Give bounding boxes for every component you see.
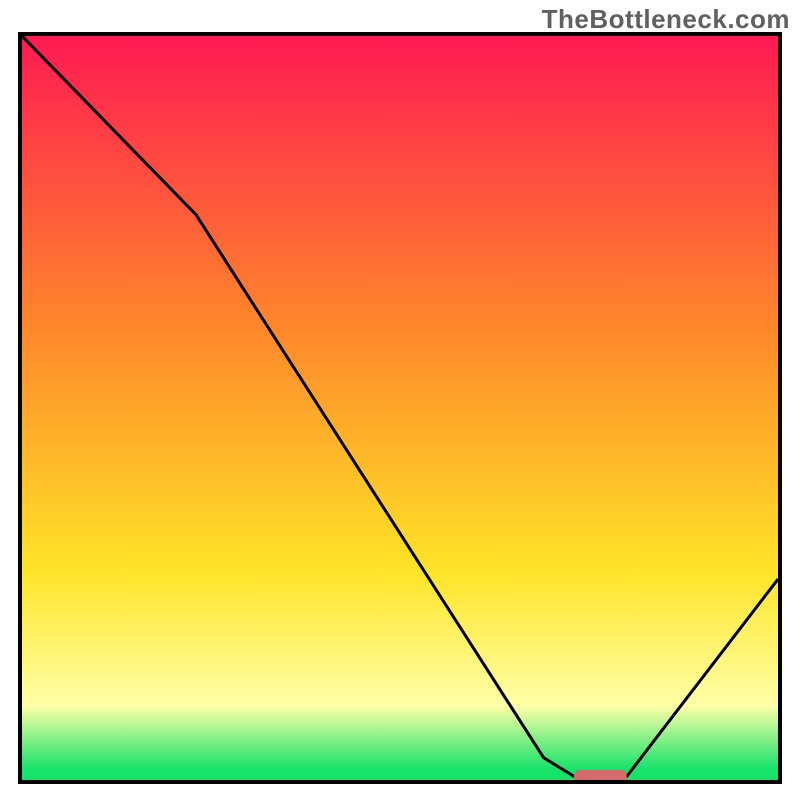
gradient-background bbox=[22, 36, 778, 780]
watermark-text: TheBottleneck.com bbox=[542, 4, 790, 35]
chart-svg bbox=[22, 36, 778, 780]
chart-frame: TheBottleneck.com bbox=[0, 0, 800, 800]
marker-segment bbox=[574, 770, 627, 780]
plot-area bbox=[18, 32, 782, 784]
